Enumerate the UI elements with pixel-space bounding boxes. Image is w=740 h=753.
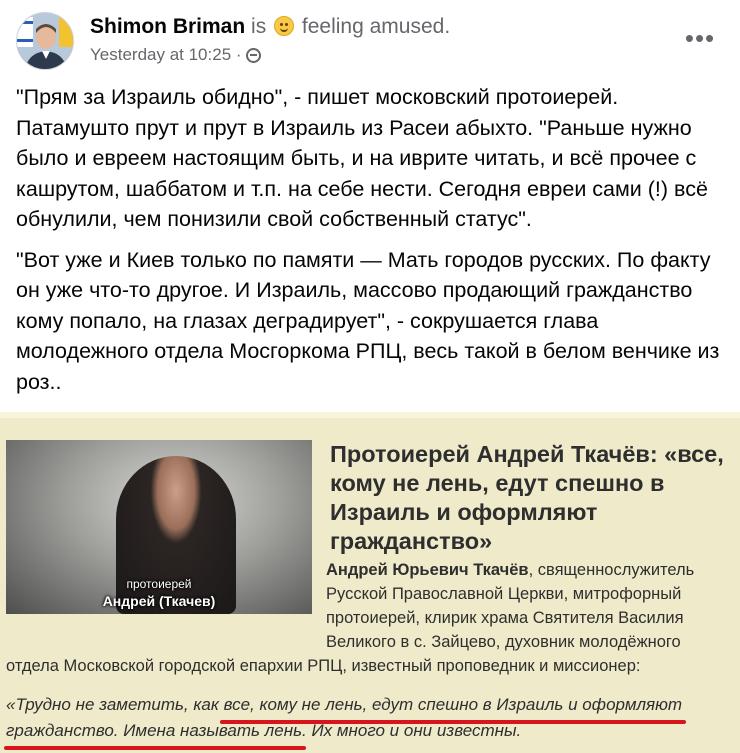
post-text: "Прям за Израиль обидно", - пишет москов… — [16, 82, 728, 407]
photo-float-spacer — [6, 558, 326, 640]
red-underline-2 — [4, 746, 306, 750]
meta-separator: · — [235, 45, 242, 64]
feeling-prefix: is — [251, 15, 267, 38]
more-icon: ••• — [684, 23, 716, 53]
author-line: Shimon Briman is feeling amused. — [90, 14, 450, 40]
post-paragraph-2: "Вот уже и Киев только по памяти — Мать … — [16, 247, 720, 394]
article-title[interactable]: Протоиерей Андрей Ткачёв: «все, кому не … — [330, 440, 730, 556]
feeling-text[interactable]: feeling amused. — [302, 15, 450, 38]
post-meta: Yesterday at 10:25 · — [90, 44, 262, 66]
smiling-emoji-icon — [274, 16, 295, 36]
author-name[interactable]: Shimon Briman — [90, 15, 245, 38]
globe-icon[interactable] — [246, 48, 262, 63]
article-quote: «Трудно не заметить, как все, кому не ле… — [6, 692, 734, 744]
post-timestamp[interactable]: Yesterday at 10:25 — [90, 45, 231, 64]
more-options-button[interactable]: ••• — [682, 25, 718, 52]
avatar-portrait — [17, 13, 73, 69]
article-body-name: Андрей Юрьевич Ткачёв — [326, 561, 529, 579]
article-quote-line-1: «Трудно не заметить, как все, кому не ле… — [6, 695, 683, 714]
avatar[interactable] — [16, 12, 74, 70]
post-paragraph-1: "Прям за Израиль обидно", - пишет москов… — [16, 85, 708, 231]
red-underline-1 — [220, 720, 686, 724]
post-header: Shimon Briman is feeling amused. Yesterd… — [16, 12, 724, 70]
shared-article[interactable]: протоиерей Андрей (Ткачев) Протоиерей Ан… — [0, 412, 740, 753]
article-body: Андрей Юрьевич Ткачёв, священнослужитель… — [6, 558, 734, 678]
